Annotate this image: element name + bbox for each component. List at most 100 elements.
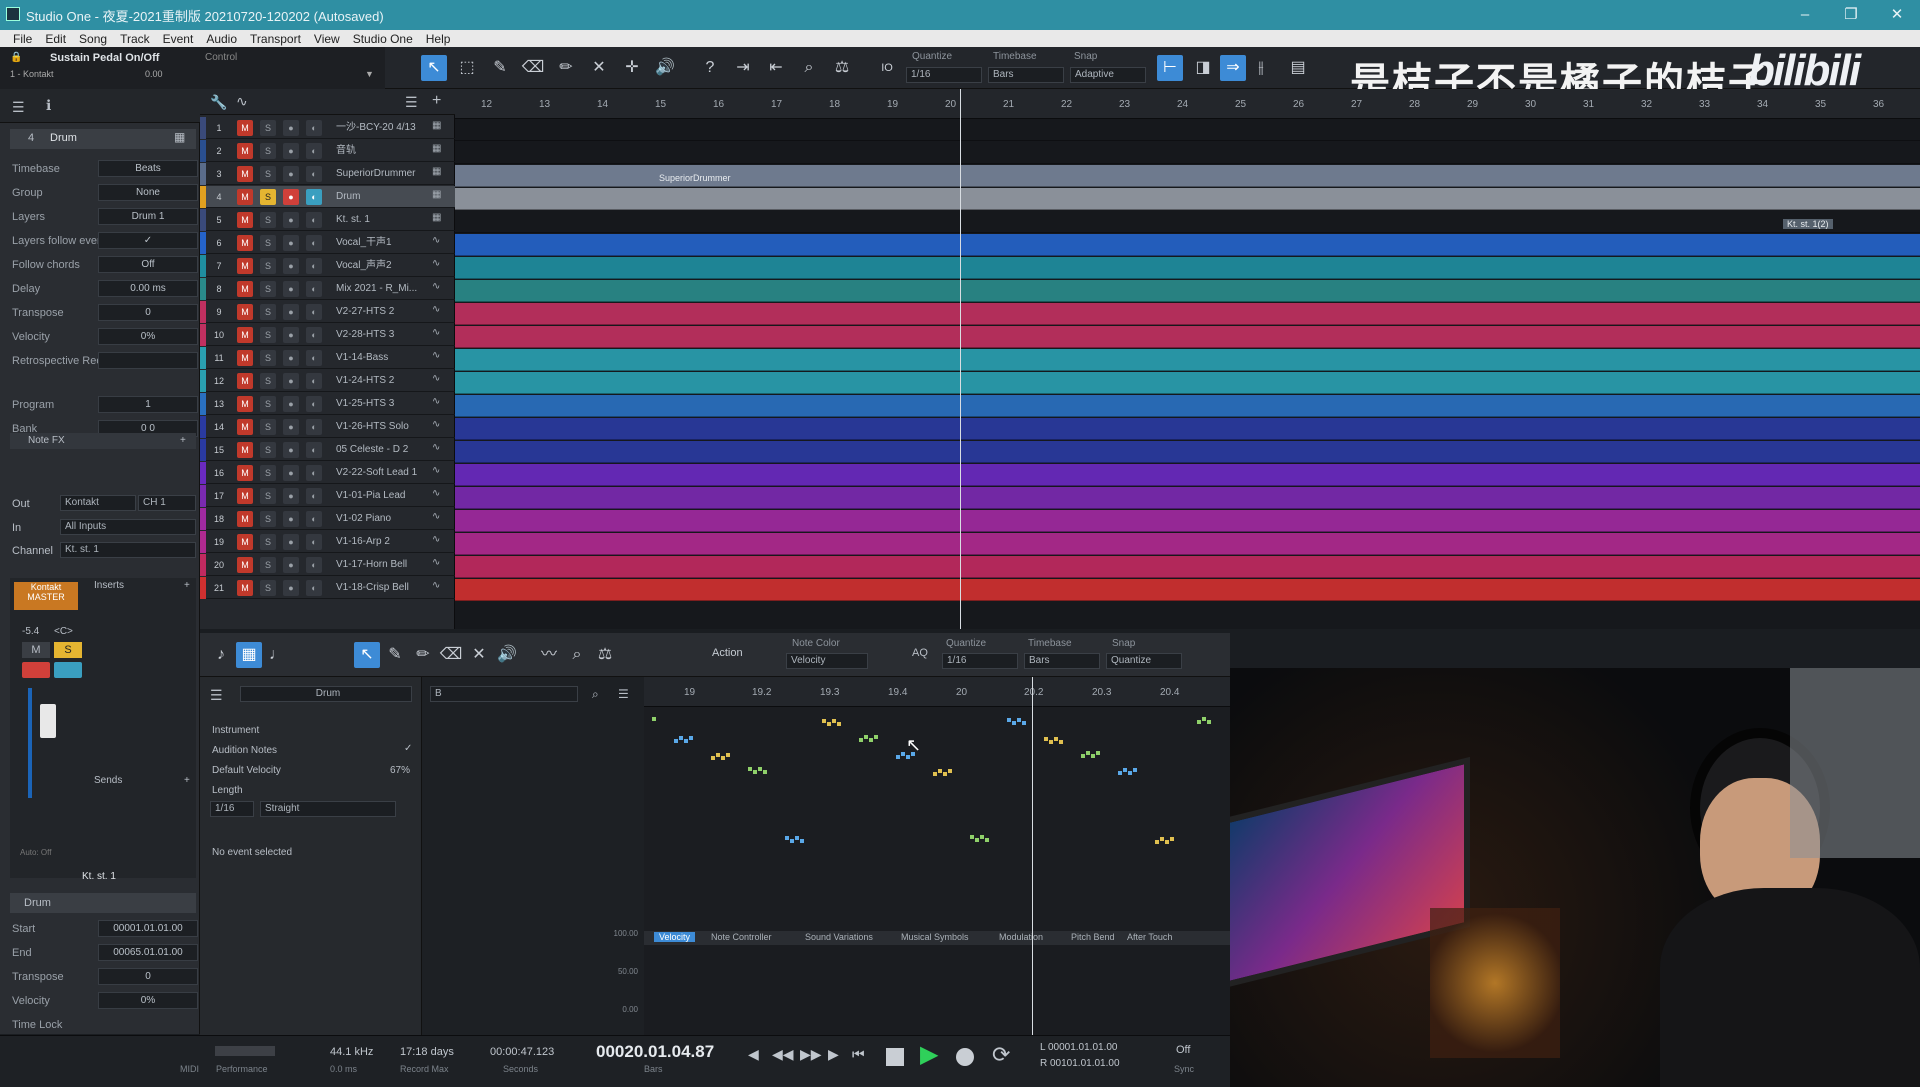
midi-note[interactable] <box>933 772 937 776</box>
track-record-button[interactable]: ● <box>283 373 299 389</box>
cursor-follow-icon[interactable]: ⫲ <box>1248 55 1274 81</box>
stop-button[interactable] <box>886 1048 904 1066</box>
track-row[interactable]: 17 M S ● ◐ V1-01-Pia Lead ∿ <box>200 485 455 507</box>
timebase-select[interactable]: Bars <box>988 67 1064 83</box>
midi-note[interactable] <box>943 772 947 776</box>
metronome-icon[interactable]: ⚖ <box>829 55 855 81</box>
track-record-button[interactable]: ● <box>283 557 299 573</box>
bend-tool-icon[interactable]: ✛ <box>619 55 645 81</box>
track-record-button[interactable]: ● <box>283 442 299 458</box>
midi-note[interactable] <box>874 735 878 739</box>
inspector-row-value[interactable]: 0 <box>98 304 198 321</box>
track-record-button[interactable]: ● <box>283 166 299 182</box>
editor-note-icon[interactable]: ♪ <box>208 642 234 668</box>
track-solo-button[interactable]: S <box>260 580 276 596</box>
track-mute-button[interactable]: M <box>237 189 253 205</box>
menu-file[interactable]: File <box>13 32 32 46</box>
track-solo-button[interactable]: S <box>260 465 276 481</box>
track-monitor-button[interactable]: ◐ <box>306 350 322 366</box>
track-monitor-button[interactable]: ◐ <box>306 120 322 136</box>
track-row[interactable]: 16 M S ● ◐ V2-22-Soft Lead 1 ∿ <box>200 462 455 484</box>
midi-note[interactable] <box>758 767 762 771</box>
track-record-button[interactable]: ● <box>283 235 299 251</box>
editor-drum-icon[interactable]: ♩ <box>264 642 290 668</box>
menu-edit[interactable]: Edit <box>45 32 66 46</box>
track-solo-button[interactable]: S <box>260 511 276 527</box>
track-monitor-button[interactable]: ◐ <box>306 488 322 504</box>
track-record-button[interactable]: ● <box>283 120 299 136</box>
snap-event-icon[interactable]: ◨ <box>1190 55 1216 81</box>
menu-help[interactable]: Help <box>426 32 451 46</box>
track-row[interactable]: 8 M S ● ◐ Mix 2021 - R_Mi... ∿ <box>200 278 455 300</box>
minimize-button[interactable]: – <box>1782 0 1828 30</box>
track-name[interactable]: V2-27-HTS 2 <box>332 304 428 320</box>
midi-note[interactable] <box>1118 771 1122 775</box>
track-mute-button[interactable]: M <box>237 258 253 274</box>
track-record-button[interactable]: ● <box>283 281 299 297</box>
action-menu[interactable]: Action <box>712 647 743 659</box>
track-row[interactable]: 14 M S ● ◐ V1-26-HTS Solo ∿ <box>200 416 455 438</box>
track-solo-button[interactable]: S <box>260 120 276 136</box>
midi-note[interactable] <box>970 835 974 839</box>
menu-transport[interactable]: Transport <box>250 32 301 46</box>
track-solo-button[interactable]: S <box>260 212 276 228</box>
listen-tool-icon[interactable]: 🔊 <box>652 55 678 81</box>
track-color-swatch[interactable] <box>200 232 206 254</box>
length-select[interactable]: 1/16 <box>210 801 254 817</box>
return-to-zero-icon[interactable]: ⏮ <box>852 1046 865 1063</box>
editor-metronome-icon[interactable]: ⚖ <box>592 642 618 668</box>
fast-forward-icon[interactable]: ▶▶ <box>800 1046 822 1063</box>
track-solo-button[interactable]: S <box>260 143 276 159</box>
track-row[interactable]: 6 M S ● ◐ Vocal_干声1 ∿ <box>200 232 455 254</box>
track-lane[interactable] <box>455 556 1920 578</box>
midi-note[interactable] <box>1202 717 1206 721</box>
editor-bend-icon[interactable]: 〰 <box>536 642 562 668</box>
track-mute-button[interactable]: M <box>237 212 253 228</box>
track-color-swatch[interactable] <box>200 462 206 484</box>
timeline-ruler[interactable]: 12 13 14 15 16 17 18 19 20 21 22 23 24 25 26 27 28 29 30 31… <box>455 89 1920 119</box>
track-monitor-button[interactable]: ◐ <box>306 281 322 297</box>
midi-note[interactable] <box>1086 751 1090 755</box>
midi-note[interactable] <box>985 838 989 842</box>
track-row[interactable]: 2 M S ● ◐ 音轨 ▦ <box>200 140 455 162</box>
track-mute-button[interactable]: M <box>237 235 253 251</box>
midi-note[interactable] <box>726 753 730 757</box>
track-monitor-button[interactable]: ◐ <box>306 534 322 550</box>
automation-icon[interactable]: ∿ <box>236 93 248 110</box>
track-lane[interactable] <box>455 257 1920 279</box>
track-color-swatch[interactable] <box>200 554 206 576</box>
track-record-button[interactable]: ● <box>283 465 299 481</box>
note-grid[interactable]: 19 19.2 19.3 19.4 20 20.2 20.3 20.4 Velocity Not… <box>644 677 1230 1035</box>
event-row-value[interactable]: 00001.01.01.00 <box>98 920 198 937</box>
track-solo-button[interactable]: S <box>260 373 276 389</box>
track-mute-button[interactable]: M <box>237 373 253 389</box>
paint-tool-icon[interactable]: ✏ <box>553 55 579 81</box>
track-record-button[interactable]: ● <box>283 304 299 320</box>
track-monitor-button[interactable]: ◐ <box>306 189 322 205</box>
midi-note[interactable] <box>674 739 678 743</box>
track-lane[interactable] <box>455 395 1920 417</box>
track-record-button[interactable]: ● <box>283 350 299 366</box>
track-monitor-button[interactable]: ◐ <box>306 419 322 435</box>
track-name[interactable]: Mix 2021 - R_Mi... <box>332 281 428 297</box>
track-color-swatch[interactable] <box>200 485 206 507</box>
track-monitor-button[interactable]: ◐ <box>306 465 322 481</box>
solo-button[interactable]: S <box>54 642 82 658</box>
track-name[interactable]: V1-14-Bass <box>332 350 428 366</box>
record-button[interactable] <box>956 1048 974 1066</box>
track-lane[interactable] <box>455 234 1920 256</box>
track-solo-button[interactable]: S <box>260 488 276 504</box>
midi-note[interactable] <box>1081 754 1085 758</box>
track-color-swatch[interactable] <box>200 347 206 369</box>
controller-lane-tab[interactable]: Velocity <box>654 932 696 942</box>
snap-select[interactable]: Adaptive <box>1070 67 1146 83</box>
midi-note[interactable] <box>1128 771 1132 775</box>
play-button[interactable]: ▶ <box>920 1040 938 1069</box>
editor-piano-icon[interactable]: ▦ <box>236 642 262 668</box>
track-monitor-button[interactable]: ◐ <box>306 580 322 596</box>
midi-note[interactable] <box>1054 737 1058 741</box>
track-solo-button[interactable]: S <box>260 304 276 320</box>
midi-note[interactable] <box>1096 751 1100 755</box>
out-channel-select[interactable]: CH 1 <box>138 495 196 511</box>
midi-note[interactable] <box>827 722 831 726</box>
